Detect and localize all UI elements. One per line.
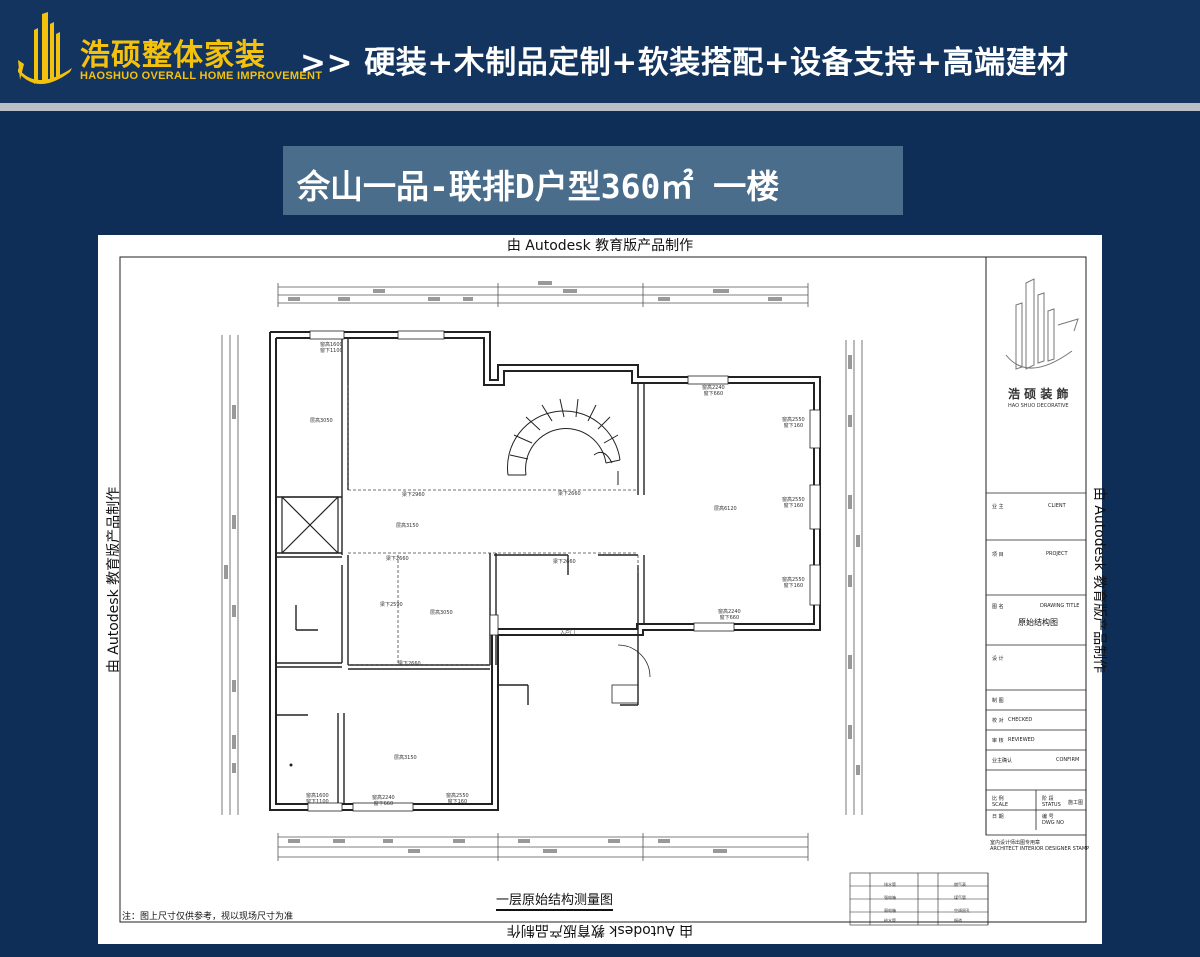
tb-dwgno-label: 编 号 [1042,814,1054,820]
tb-design-label: 设 计 [992,656,1004,662]
brand-name-cn: 浩硕整体家装 [80,38,266,73]
legend-item: 煤气管 [954,895,966,900]
service-tagline: >> 硬装+木制品定制+软装搭配+设备支持+高端建材 [300,45,1069,81]
floor-plan-sheet: 由 Autodesk 教育版产品制作 由 Autodesk 教育版产品制作 由 … [98,235,1107,944]
legend-table [849,872,989,926]
entrance-door [611,644,651,704]
window-label: 窗高2240 窗下660 [702,385,725,397]
tb-status-label: 阶 段 [1042,796,1054,802]
tb-checked-label: 校 对 [992,718,1004,724]
beam-label: 梁下2660 [386,556,409,562]
dimension-note: 注：图上尺寸仅供参考，视以现场尺寸为准 [122,912,294,922]
tb-client-label: 业 主 [992,504,1004,510]
tb-brand-cn: 浩 硕 装 飾 [1008,387,1069,401]
legend-item: 排水管 [884,882,896,887]
windows [307,330,821,812]
beam-label: 梁下2590 [380,602,403,608]
tb-drawing-label-en: DRAWING TITLE [1040,603,1080,609]
title-block-frame [985,256,1087,836]
interior-walls [276,338,645,804]
bottom-dimensions [277,833,809,861]
elevator-shaft [281,496,339,554]
legend-item: 给水管 [884,918,896,923]
window-label: 窗高2240 窗下660 [372,795,395,807]
beam-label: 梁下2660 [558,491,581,497]
title-banner: 佘山一品-联排D户型360㎡ 一楼 [283,146,903,215]
exterior-walls [269,331,821,811]
tb-drafting-label: 制 图 [992,698,1004,704]
building-logo-icon [18,12,72,84]
tb-drawing-title: 原始结构图 [1018,618,1058,627]
beam-label: 梁下2660 [398,661,421,667]
watermark-left: 由 Autodesk 教育版产品制作 [106,486,122,674]
tb-scale-label-en: SCALE [992,802,1009,808]
room-height-label: 层高6120 [714,506,737,512]
legend-item: 强电箱 [884,895,896,900]
window-label: 窗高2240 窗下660 [718,609,741,621]
tb-scale-label: 比 例 [992,796,1004,802]
room-height-label: 层高3150 [394,755,417,761]
room-height-label: 层高3050 [430,610,453,616]
window-label: 窗高1600 窗下1100 [306,793,329,805]
watermark-right: 由 Autodesk 教育版产品制作 [1091,486,1107,674]
beam-label: 梁下2960 [402,492,425,498]
floor-plan-drawing [119,256,1087,926]
tb-confirm-label-en: CONFIRM [1056,757,1080,763]
tb-client-label-en: CLIENT [1048,503,1066,509]
tb-stamp-label: 室内设计师出图专用章 [990,840,1041,846]
legend-item: 燃气表 [954,882,966,887]
legend-item: 空调留孔 [954,908,970,913]
room-height-label: 层高3150 [396,523,419,529]
tb-checked-label-en: CHECKED [1008,717,1033,723]
plan-caption: 一层原始结构测量图 [496,889,614,911]
window-label: 窗高2550 窗下160 [782,577,805,589]
header-divider [0,103,1200,111]
beam-label: 梁下2660 [553,559,576,565]
header-bar: 浩硕整体家装 HAOSHUO OVERALL HOME IMPROVEMENT … [0,0,1200,106]
tb-dwgno-label-en: DWG NO [1042,820,1064,826]
tb-brand-en: HAO SHUO DECORATIVE [1008,403,1069,409]
tb-project-label: 项 目 [992,552,1004,558]
room-height-label: 层高3050 [310,418,333,424]
window-label: 窗高2550 窗下160 [446,793,469,805]
entrance-label: 入户门 [560,630,576,636]
tb-status-label-en: STATUS [1042,802,1061,808]
tb-stamp-label-en: ARCHITECT INTERIOR DESIGNER STAMP [990,846,1090,852]
watermark-top: 由 Autodesk 教育版产品制作 [506,238,694,254]
tb-confirm-label: 业主确认 [992,758,1013,764]
drain-icon [289,763,293,767]
brand-name-en: HAOSHUO OVERALL HOME IMPROVEMENT [80,70,323,82]
tb-drawing-label: 图 名 [992,604,1004,610]
window-label: 窗高2550 窗下160 [782,497,805,509]
legend-item: 烟道 [954,918,962,923]
watermark-bottom: 由 Autodesk 教育版产品制作 [506,922,694,938]
tb-reviewed-label: 审 核 [992,738,1004,744]
tb-project-label-en: PROJECT [1046,551,1068,557]
tb-reviewed-label-en: REVIEWED [1008,737,1035,743]
page-title: 佘山一品-联排D户型360㎡ 一楼 [297,167,780,206]
top-dimensions [277,283,809,307]
window-label: 窗高1600 窗下1100 [320,342,343,354]
tb-date-label: 日 期 [992,814,1004,820]
title-block-logo-icon [1005,278,1079,370]
spiral-staircase [507,398,621,485]
window-label: 窗高2550 窗下160 [782,417,805,429]
tb-status-value: 施工图 [1068,800,1084,806]
legend-item: 弱电箱 [884,908,896,913]
